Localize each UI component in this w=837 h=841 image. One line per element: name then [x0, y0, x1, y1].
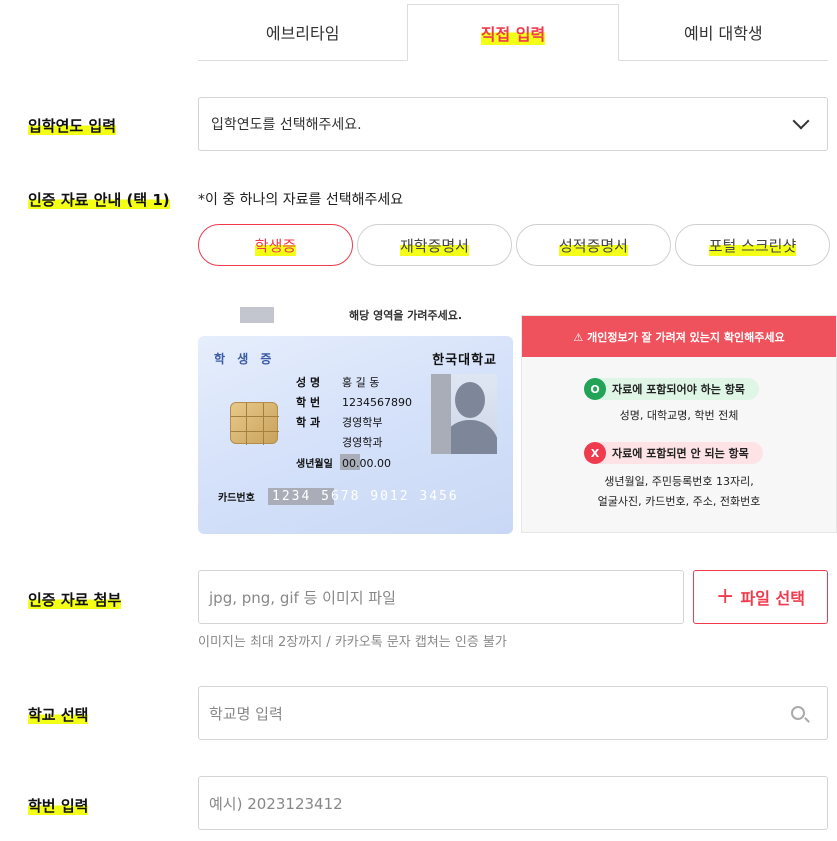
card-dob-value: 00.00.00 — [342, 457, 391, 470]
doc-option-transcript[interactable]: 성적증명서 — [516, 224, 671, 266]
search-icon[interactable] — [791, 706, 805, 720]
check-o-icon: O — [584, 378, 606, 400]
tab-everytime[interactable]: 에브리타임 — [198, 4, 407, 60]
person-silhouette-icon — [455, 382, 485, 418]
chevron-down-icon — [792, 112, 810, 130]
file-select-label: 파일 선택 — [740, 589, 805, 608]
doc-option-label: 학생증 — [254, 234, 297, 256]
doc-option-portal-screenshot[interactable]: 포털 스크린샷 — [675, 224, 830, 266]
required-items-text: 성명, 대학교명, 학번 전체 — [619, 409, 739, 422]
doc-option-label: 재학증명서 — [399, 234, 469, 256]
docs-note: *이 중 하나의 자료를 선택해주세요 — [198, 192, 404, 208]
required-items-title: 자료에 포함되어야 하는 항목 — [612, 383, 745, 396]
card-chip-icon — [230, 402, 279, 445]
forbidden-items-text-1: 생년월일, 주민등록번호 13자리, — [604, 475, 754, 488]
privacy-warning-panel: ⚠ 개인정보가 잘 가려져 있는지 확인해주세요 O 자료에 포함되어야 하는 항… — [521, 315, 837, 533]
doc-option-label: 포털 스크린샷 — [708, 234, 797, 256]
year-label-text: 입학연도 입력 — [28, 117, 117, 135]
school-label-text: 학교 선택 — [28, 706, 89, 724]
doc-options: 학생증 재학증명서 성적증명서 포털 스크린샷 — [198, 224, 830, 266]
card-dept-key: 학 과 — [296, 416, 321, 429]
card-id-key: 학 번 — [296, 396, 321, 409]
card-name-key: 성 명 — [296, 376, 321, 389]
docs-label: 인증 자료 안내 (택 1) — [28, 189, 170, 210]
card-photo — [431, 374, 497, 454]
forbidden-items-text-2: 얼굴사진, 카드번호, 주소, 전화번호 — [597, 495, 761, 508]
doc-option-label: 성적증명서 — [558, 234, 628, 256]
forbidden-items-badge: X 자료에 포함되면 안 되는 항목 — [584, 442, 763, 464]
attach-helper-text: 이미지는 최대 2장까지 / 카카오톡 문자 캡쳐는 인증 불가 — [198, 635, 507, 650]
file-input-placeholder: jpg, png, gif 등 이미지 파일 — [209, 588, 396, 607]
file-input[interactable]: jpg, png, gif 등 이미지 파일 — [198, 570, 684, 624]
cross-x-icon: X — [584, 442, 606, 464]
school-label: 학교 선택 — [28, 704, 89, 725]
warning-header: ⚠ 개인정보가 잘 가려져 있는지 확인해주세요 — [522, 316, 836, 357]
card-number-key: 카드번호 — [218, 493, 255, 504]
card-id-value: 1234567890 — [342, 396, 412, 409]
tab-pre-freshman[interactable]: 예비 대학생 — [619, 4, 828, 60]
card-dob-row: 생년월일 00.00.00 — [296, 455, 391, 470]
doc-option-enrollment-cert[interactable]: 재학증명서 — [357, 224, 512, 266]
card-name-value: 홍 길 동 — [342, 376, 380, 389]
student-id-label-text: 학번 입력 — [28, 797, 89, 815]
year-label: 입학연도 입력 — [28, 115, 117, 136]
attach-label: 인증 자료 첨부 — [28, 589, 122, 610]
card-dob-key: 생년월일 — [296, 459, 333, 470]
mask-hint: 해당 영역을 가려주세요. — [349, 309, 463, 322]
doc-option-student-card[interactable]: 학생증 — [198, 224, 353, 266]
docs-label-text: 인증 자료 안내 (택 1) — [28, 191, 170, 209]
tab-direct-input-label: 직접 입력 — [480, 20, 546, 45]
required-items-badge: O 자료에 포함되어야 하는 항목 — [584, 378, 759, 400]
card-title: 학 생 증 — [214, 352, 276, 366]
card-dept-value-2: 경영학과 — [342, 436, 383, 449]
card-dept-row: 학 과 경영학부 — [296, 414, 382, 430]
school-search-input[interactable]: 학교명 입력 — [198, 686, 828, 740]
year-select[interactable]: 입학연도를 선택해주세요. — [198, 97, 828, 151]
method-tabs: 에브리타임 직접 입력 예비 대학생 — [198, 4, 828, 61]
student-id-input[interactable]: 예시) 2023123412 — [198, 776, 828, 830]
year-select-placeholder: 입학연도를 선택해주세요. — [211, 117, 362, 133]
student-id-placeholder: 예시) 2023123412 — [209, 794, 343, 813]
tab-direct-input[interactable]: 직접 입력 — [407, 4, 619, 61]
card-name-row: 성 명홍 길 동 — [296, 374, 379, 390]
card-dept-value-1: 경영학부 — [342, 416, 383, 429]
forbidden-items-title: 자료에 포함되면 안 되는 항목 — [612, 447, 749, 460]
photo-mask — [431, 374, 451, 454]
card-school: 한국대학교 — [432, 353, 497, 368]
mask-legend-swatch — [240, 307, 274, 323]
school-search-placeholder: 학교명 입력 — [209, 704, 283, 723]
student-id-label: 학번 입력 — [28, 795, 89, 816]
card-number-value: 1234 5678 9012 3456 — [272, 489, 459, 504]
card-id-row: 학 번 1234567890 — [296, 394, 412, 410]
file-select-button[interactable]: + 파일 선택 — [693, 570, 828, 624]
attach-label-text: 인증 자료 첨부 — [28, 591, 122, 609]
plus-icon: + — [716, 584, 735, 609]
sample-student-card: 학 생 증 한국대학교 성 명홍 길 동 학 번 1234567890 학 과 경영… — [198, 336, 513, 534]
